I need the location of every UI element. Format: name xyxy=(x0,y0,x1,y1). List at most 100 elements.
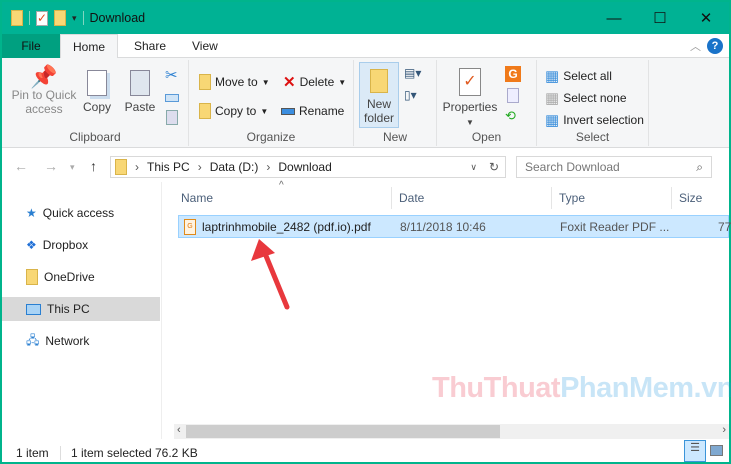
sidebar-item-quick-access[interactable]: ★ Quick access xyxy=(2,201,160,225)
minimize-button[interactable]: — xyxy=(591,2,637,34)
search-placeholder: Search Download xyxy=(525,160,620,174)
sidebar-item-this-pc[interactable]: This PC xyxy=(2,297,160,321)
search-input[interactable]: Search Download ⌕ xyxy=(516,156,712,178)
invert-selection-button[interactable]: ▦ Invert selection xyxy=(545,111,644,129)
large-icons-view-button[interactable] xyxy=(710,445,723,456)
back-button[interactable]: ← xyxy=(14,158,28,174)
column-header-type[interactable]: Type xyxy=(552,187,672,209)
item-count: 1 item xyxy=(16,446,49,460)
delete-icon: ✕ xyxy=(283,74,296,91)
up-button[interactable]: ↑ xyxy=(90,158,97,174)
rename-button[interactable]: Rename xyxy=(281,104,344,118)
scrollbar-thumb[interactable] xyxy=(186,425,500,438)
selected-size: 76.2 KB xyxy=(155,446,198,460)
tab-share[interactable]: Share xyxy=(122,34,178,58)
close-button[interactable]: ✕ xyxy=(683,2,729,34)
sidebar-item-label: Quick access xyxy=(42,206,115,220)
edit-icon[interactable] xyxy=(507,88,519,103)
history-icon[interactable]: ⟲ xyxy=(505,108,516,124)
rename-label: Rename xyxy=(299,104,345,118)
pin-icon: 📌 xyxy=(30,64,58,89)
properties-label: Properties xyxy=(442,100,498,114)
properties-icon[interactable]: ✓ xyxy=(36,10,48,26)
selected-count: 1 item selected xyxy=(71,446,152,460)
sidebar-item-label: Dropbox xyxy=(42,238,89,252)
open-with-foxit-icon[interactable]: G xyxy=(505,66,521,82)
select-all-label: Select all xyxy=(563,69,612,83)
details-view-button[interactable]: ☰ xyxy=(684,440,706,462)
new-folder-icon xyxy=(370,69,388,93)
select-all-icon: ▦ xyxy=(545,68,560,85)
customize-dropdown-icon[interactable]: ▾ xyxy=(72,13,77,24)
status-bar: 1 item 1 item selected 76.2 KB ☰ xyxy=(2,440,729,464)
file-date: 8/11/2018 10:46 xyxy=(400,219,486,234)
invert-selection-label: Invert selection xyxy=(563,113,644,127)
separator xyxy=(60,446,61,460)
copy-button[interactable]: Copy xyxy=(80,70,114,114)
dropdown-icon: ▼ xyxy=(260,106,269,116)
group-label: New xyxy=(382,130,407,144)
address-bar[interactable]: › This PC › Data (D:) › Download ∨ ↻ xyxy=(110,156,506,178)
copy-to-label: Copy to xyxy=(215,104,257,118)
sidebar-item-dropbox[interactable]: ❖ Dropbox xyxy=(2,233,160,257)
scroll-left-icon[interactable]: ‹ xyxy=(177,424,181,436)
select-none-icon: ▦ xyxy=(545,90,560,107)
cut-icon[interactable]: ✂ xyxy=(165,66,178,84)
move-to-label: Move to xyxy=(215,75,258,89)
file-size: 77 xyxy=(718,219,731,234)
address-dropdown-icon[interactable]: ∨ xyxy=(470,162,477,173)
copy-icon xyxy=(87,70,107,96)
copy-to-icon xyxy=(199,103,211,119)
pin-label: Pin to Quick access xyxy=(11,88,77,116)
group-organize: Move to ▼ Copy to ▼ ✕ Delete ▼ Rename Organi… xyxy=(189,60,354,146)
invert-selection-icon: ▦ xyxy=(545,112,560,129)
search-icon: ⌕ xyxy=(696,160,703,174)
breadcrumb-data-d[interactable]: Data (D:) xyxy=(210,160,259,174)
tab-file[interactable]: File xyxy=(2,34,60,58)
properties-icon: ✓ xyxy=(459,68,481,96)
file-row[interactable]: G laptrinhmobile_2482 (pdf.io).pdf 8/11/… xyxy=(178,215,731,238)
group-clipboard: 📌 Pin to Quick access Copy Paste ✂ Clipb… xyxy=(2,60,189,146)
move-to-button[interactable]: Move to ▼ xyxy=(199,74,270,90)
paste-button[interactable]: Paste xyxy=(122,70,158,114)
forward-button[interactable]: → xyxy=(44,158,58,174)
select-all-button[interactable]: ▦ Select all xyxy=(545,67,612,85)
horizontal-scrollbar[interactable]: ‹ › xyxy=(174,424,729,439)
collapse-ribbon-icon[interactable]: ︿ xyxy=(690,38,701,54)
maximize-button[interactable]: ☐ xyxy=(637,2,683,34)
folder-icon xyxy=(26,269,38,285)
easy-access-icon[interactable]: ▯▾ xyxy=(404,88,417,102)
tab-view[interactable]: View xyxy=(180,34,230,58)
properties-button[interactable]: ✓ Properties ▼ xyxy=(441,68,499,130)
recent-locations-icon[interactable]: ▾ xyxy=(70,162,75,173)
pin-to-quick-access-button[interactable]: 📌 Pin to Quick access xyxy=(8,64,80,117)
help-icon[interactable]: ? xyxy=(707,38,723,54)
separator xyxy=(29,11,30,25)
copy-label: Copy xyxy=(82,100,111,114)
title-bar: ✓ ▾ Download — ☐ ✕ xyxy=(2,2,729,34)
delete-button[interactable]: ✕ Delete ▼ xyxy=(283,73,346,91)
copy-path-icon[interactable] xyxy=(165,94,179,102)
sidebar-item-onedrive[interactable]: OneDrive xyxy=(2,265,160,289)
star-icon: ★ xyxy=(26,206,37,220)
tab-home[interactable]: Home xyxy=(60,34,118,59)
new-item-icon[interactable]: ▤▾ xyxy=(404,66,421,80)
watermark: ThuThuatPhanMem.vn xyxy=(432,372,731,404)
breadcrumb-this-pc[interactable]: This PC xyxy=(147,160,190,174)
separator xyxy=(82,11,84,25)
column-header-date[interactable]: Date xyxy=(392,187,552,209)
select-none-button[interactable]: ▦ Select none xyxy=(545,89,627,107)
scroll-right-icon[interactable]: › xyxy=(722,424,726,436)
column-header-size[interactable]: Size xyxy=(672,187,731,209)
paste-shortcut-icon[interactable] xyxy=(166,110,178,125)
file-name: laptrinhmobile_2482 (pdf.io).pdf xyxy=(202,219,371,234)
refresh-icon[interactable]: ↻ xyxy=(489,160,499,174)
group-label: Open xyxy=(471,130,502,144)
sidebar-item-network[interactable]: 🖧 Network xyxy=(2,329,160,353)
new-folder-button[interactable]: New folder xyxy=(359,62,399,128)
copy-to-button[interactable]: Copy to ▼ xyxy=(199,103,268,119)
breadcrumb-download[interactable]: Download xyxy=(278,160,331,174)
new-folder-icon[interactable] xyxy=(54,10,66,26)
column-header-name[interactable]: Name xyxy=(174,187,392,209)
folder-icon[interactable] xyxy=(11,10,23,26)
